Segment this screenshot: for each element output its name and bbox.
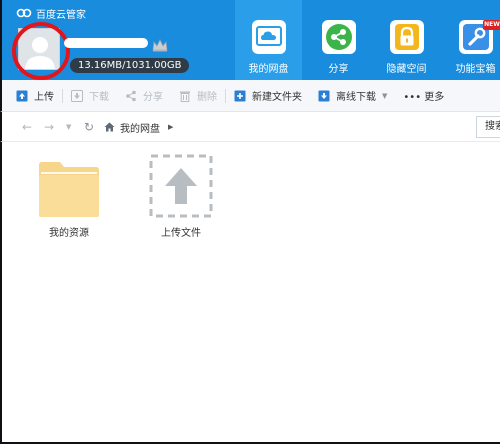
delete-label: 删除 [197,92,217,103]
tab-toolbox[interactable]: NEW 功能宝箱 [442,0,500,80]
trash-icon [180,91,190,102]
list-item[interactable]: 我的资源 [24,160,114,239]
toolbar: 上传 下载 分享 删除 新建文件夹 离线下载 ▼ ••• 更多 [0,80,500,112]
tab-hidden-space[interactable]: 隐藏空间 [373,0,440,80]
share-small-icon [126,90,136,101]
more-button[interactable]: ••• 更多 [395,80,452,112]
file-list-area: 我的资源 上传文件 [0,142,500,444]
breadcrumb-chevron-icon[interactable]: ▶ [168,123,173,131]
lock-icon [389,20,424,54]
download-button[interactable]: 下载 [63,80,117,112]
share-button[interactable]: 分享 [117,80,171,112]
offline-download-icon [318,90,330,101]
vip-crown-icon[interactable] [152,38,168,52]
back-arrow-icon[interactable]: ← [22,120,32,134]
new-badge: NEW [483,20,500,30]
download-icon [71,89,83,102]
upload-file-tile[interactable]: 上传文件 [136,154,226,239]
file-name: 我的资源 [49,228,89,239]
home-icon[interactable] [104,122,115,132]
app-title: 百度云管家 [16,6,86,21]
breadcrumb-item-my-drive[interactable]: 我的网盘 [120,120,160,135]
user-avatar-area[interactable] [12,22,70,80]
upload-icon [16,90,28,101]
history-dropdown-icon[interactable]: ▼ [66,123,71,131]
cloud-drive-icon [251,20,286,54]
address-bar: ← → ▼ ↻ 我的网盘 ▶ 搜索 [0,112,500,142]
folder-icon [39,162,99,217]
delete-button[interactable]: 删除 [171,80,225,112]
upload-button[interactable]: 上传 [2,80,62,112]
tab-hidden-space-label: 隐藏空间 [386,64,427,75]
upload-label: 上传 [34,92,54,103]
share-label: 分享 [143,92,163,103]
chevron-down-icon[interactable]: ▼ [382,92,387,100]
share-icon [321,20,356,54]
highlight-circle [12,22,70,80]
breadcrumb: 我的网盘 ▶ [104,118,464,136]
file-name: 上传文件 [161,228,201,239]
new-folder-icon [234,90,246,101]
upload-arrow-icon [149,154,213,218]
offline-download-button[interactable]: 离线下载 ▼ [310,80,395,112]
search-input[interactable]: 搜索 [476,116,500,138]
baidu-cloud-logo-icon [16,8,32,18]
title-bar: 百度云管家 13.16MB/1031.00GB 我的网盘 分享 隐藏空间 NEW… [0,0,500,80]
tab-my-drive-label: 我的网盘 [248,64,289,75]
tab-share[interactable]: 分享 [305,0,372,80]
download-label: 下载 [89,92,109,103]
tab-share-label: 分享 [328,64,349,75]
tab-my-drive[interactable]: 我的网盘 [235,0,302,80]
tab-toolbox-label: 功能宝箱 [455,64,496,75]
new-folder-button[interactable]: 新建文件夹 [226,80,310,112]
offline-download-label: 离线下载 [336,92,376,103]
new-folder-label: 新建文件夹 [252,92,302,103]
refresh-icon[interactable]: ↻ [84,120,94,134]
username-redacted [64,38,148,48]
more-label: ••• 更多 [403,92,445,103]
forward-arrow-icon[interactable]: → [44,120,54,134]
app-title-text: 百度云管家 [36,9,86,21]
storage-quota[interactable]: 13.16MB/1031.00GB [70,58,190,73]
